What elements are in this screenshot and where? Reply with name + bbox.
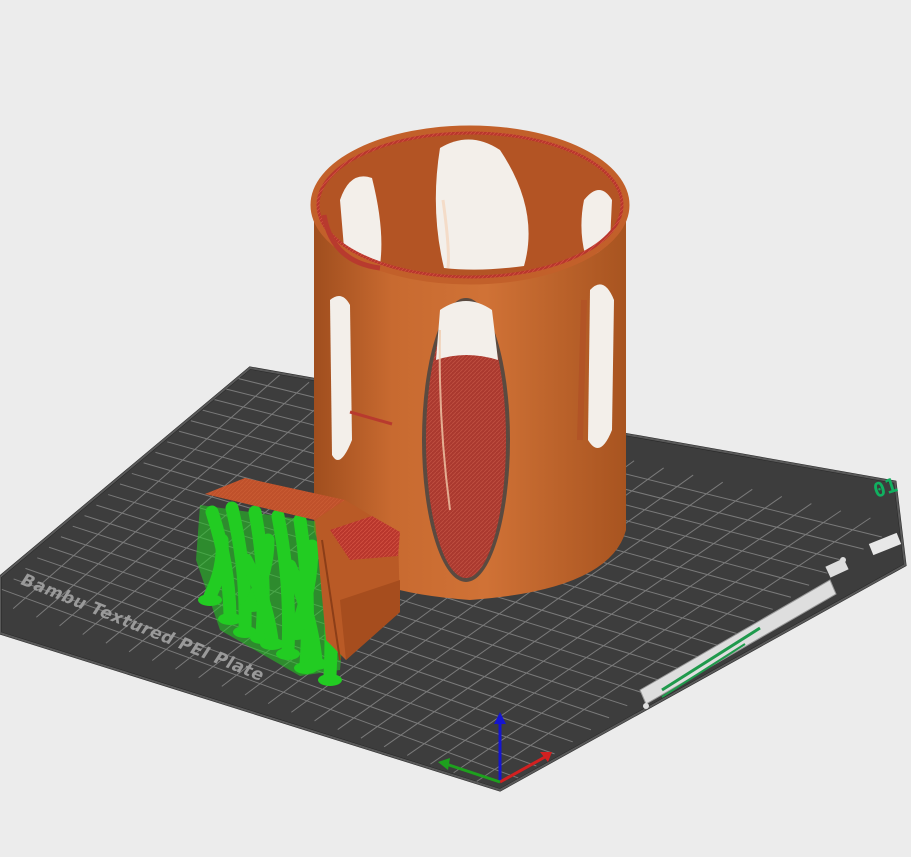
support-foot: [284, 628, 308, 640]
support-foot: [276, 648, 300, 660]
support-foot: [304, 658, 328, 670]
support-foot: [218, 613, 242, 625]
support-foot: [260, 638, 284, 650]
3d-viewport[interactable]: Bambu Textured PEI Plate 01: [0, 0, 911, 857]
build-plate-scene[interactable]: Bambu Textured PEI Plate 01: [0, 0, 911, 857]
support-foot: [318, 674, 342, 686]
support-foot: [198, 594, 222, 606]
